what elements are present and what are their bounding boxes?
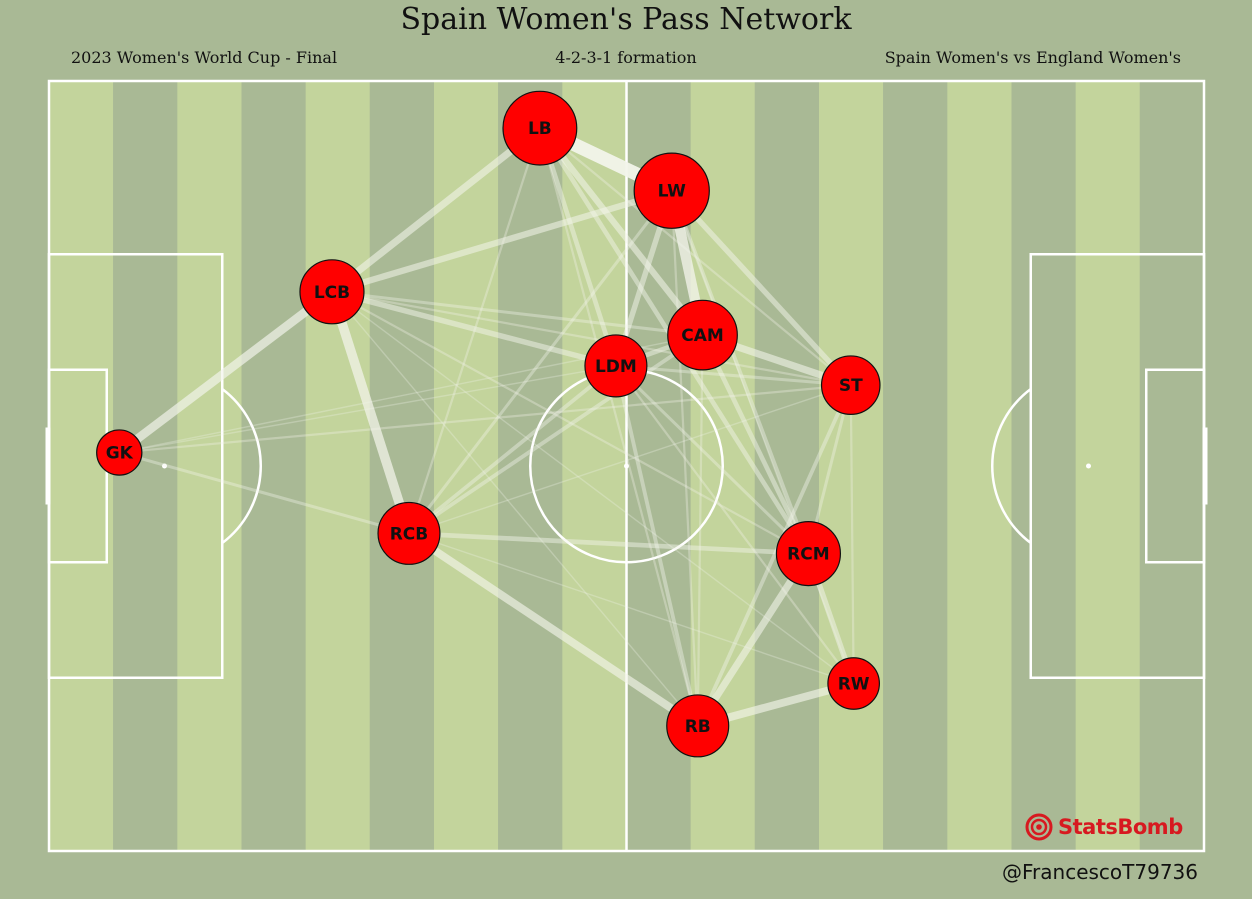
- player-node-cam: CAM: [667, 299, 738, 371]
- player-node-rcb: RCB: [377, 501, 441, 565]
- player-label: ST: [839, 376, 863, 396]
- pitch-stripe: [241, 81, 306, 851]
- player-node-st: ST: [820, 355, 881, 415]
- player-label: GK: [106, 444, 134, 464]
- player-label: RCM: [787, 545, 829, 565]
- player-node-rb: RB: [666, 694, 730, 758]
- player-node-lb: LB: [502, 90, 578, 166]
- player-label: RCB: [390, 524, 429, 544]
- author-credit: @FrancescoT79736: [1002, 860, 1198, 884]
- player-label: CAM: [681, 326, 724, 346]
- pitch-stripe: [369, 81, 434, 851]
- player-label: RB: [685, 717, 711, 737]
- pitch-stripe: [1011, 81, 1076, 851]
- statsbomb-logo: StatsBomb: [1024, 812, 1194, 842]
- player-node-lcb: LCB: [299, 259, 365, 325]
- statsbomb-icon: [1025, 813, 1053, 841]
- player-node-lw: LW: [633, 152, 710, 229]
- player-label: LW: [658, 182, 687, 202]
- player-label: LB: [528, 119, 552, 139]
- pitch-stripe: [177, 81, 242, 851]
- pitch-stripe: [305, 81, 370, 851]
- player-node-gk: GK: [96, 429, 143, 476]
- player-node-ldm: LDM: [584, 334, 648, 398]
- right-penalty-spot: [1086, 463, 1091, 469]
- pitch-stripe: [1139, 81, 1204, 851]
- pitch-stripe: [947, 81, 1012, 851]
- pass-network-chart: GK LCB RCB LB LDM LW CAM RB ST RCM RW: [45, 79, 1208, 853]
- brand-name: StatsBomb: [1058, 815, 1183, 839]
- player-label: LCB: [314, 283, 350, 303]
- player-node-rw: RW: [827, 657, 880, 710]
- pitch-stripe: [434, 81, 499, 851]
- pitch-stripe: [1075, 81, 1140, 851]
- pitch-stripe: [883, 81, 948, 851]
- player-label: RW: [838, 675, 870, 695]
- player-label: LDM: [595, 357, 637, 377]
- player-node-rcm: RCM: [775, 520, 842, 587]
